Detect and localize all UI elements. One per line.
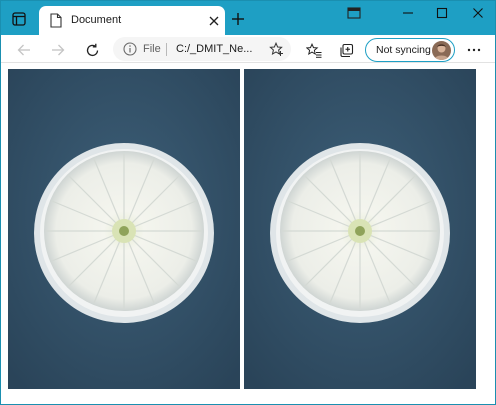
tab-strip: Document	[1, 1, 495, 35]
tab-document[interactable]: Document	[39, 6, 225, 35]
tab-actions-button[interactable]	[7, 7, 31, 31]
close-icon	[473, 8, 483, 18]
window-capture-icon	[347, 7, 361, 19]
arrow-right-icon	[52, 44, 65, 56]
chrysanthemum-image	[8, 69, 240, 389]
browser-window: Document File C:/_DMIT_Ne... Not syncing	[0, 0, 496, 405]
close-window-button[interactable]	[463, 3, 493, 23]
address-scheme-label: File	[143, 43, 161, 55]
screen-capture-button[interactable]	[339, 3, 369, 23]
navigation-toolbar: File C:/_DMIT_Ne... Not syncing	[1, 35, 495, 63]
settings-more-button[interactable]	[463, 39, 485, 61]
refresh-button[interactable]	[81, 39, 103, 61]
address-bar[interactable]: File C:/_DMIT_Ne...	[113, 37, 291, 61]
add-favorite-button[interactable]	[267, 40, 285, 58]
star-add-icon	[268, 41, 283, 56]
flower-photo-left	[8, 69, 240, 389]
address-url[interactable]: C:/_DMIT_Ne...	[176, 43, 266, 55]
favorites-button[interactable]	[303, 39, 325, 61]
collections-icon	[339, 43, 353, 57]
profile-sync-button[interactable]: Not syncing	[365, 38, 455, 62]
tab-title: Document	[71, 14, 122, 26]
new-tab-button[interactable]	[229, 10, 247, 28]
maximize-button[interactable]	[427, 3, 457, 23]
flower-photo-right	[244, 69, 476, 389]
sync-status-label: Not syncing	[376, 44, 431, 56]
maximize-icon	[436, 7, 448, 19]
plus-icon	[232, 13, 244, 25]
refresh-icon	[86, 43, 98, 56]
chrysanthemum-image	[244, 69, 476, 389]
favorites-list-icon	[306, 42, 322, 58]
address-separator	[166, 43, 167, 56]
more-dots-icon	[467, 48, 481, 52]
tab-close-button[interactable]	[207, 14, 221, 28]
profile-avatar	[432, 41, 451, 60]
minimize-icon	[403, 12, 413, 14]
user-avatar-icon	[432, 41, 451, 60]
close-icon	[209, 16, 219, 26]
document-icon	[50, 13, 62, 28]
page-content	[1, 64, 495, 404]
arrow-left-icon	[17, 44, 30, 56]
tab-actions-icon	[12, 12, 26, 26]
back-button[interactable]	[13, 39, 35, 61]
info-icon[interactable]	[123, 42, 137, 56]
collections-button[interactable]	[335, 39, 357, 61]
minimize-button[interactable]	[393, 3, 423, 23]
forward-button[interactable]	[47, 39, 69, 61]
